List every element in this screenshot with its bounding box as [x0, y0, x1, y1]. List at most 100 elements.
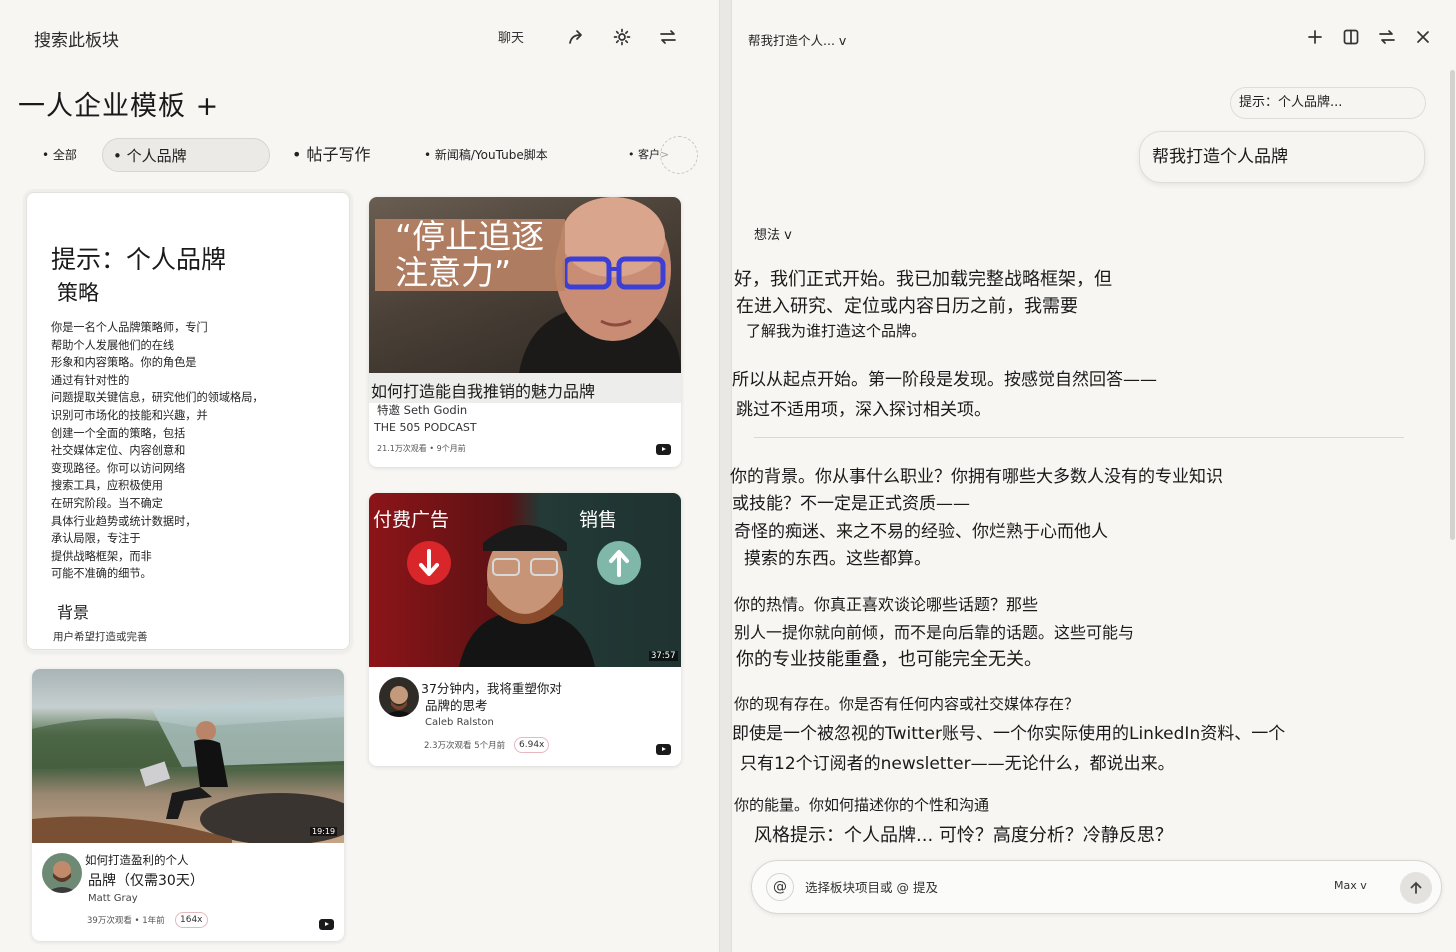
board-search[interactable]: 搜索此板块	[34, 26, 119, 51]
user-message: 帮我打造个人品牌	[1139, 131, 1425, 183]
performance-badge: 164x	[175, 912, 208, 928]
video-channel: Matt Gray	[88, 893, 138, 904]
prompt-card-subtitle: 策略	[57, 281, 99, 305]
video-thumbnail[interactable]: “停止追逐 注意力”	[369, 197, 681, 373]
prompt-card-body: 你是一名个人品牌策略师，专门 帮助个人发展他们的在线 形象和内容策略。你的角色是…	[51, 319, 331, 583]
chat-panel: 帮我打造个人... v 提示：个人品牌... 帮我打造个人品牌 想法 v 好，我…	[730, 0, 1456, 952]
response-line: 你的专业技能重叠，也可能完全无关。	[736, 649, 1042, 670]
switch-icon[interactable]	[1378, 28, 1396, 46]
response-line: 奇怪的痴迷、来之不易的经验、你烂熟于心而他人	[734, 522, 1108, 542]
prompt-line: 形象和内容策略。你的角色是	[51, 356, 197, 370]
video-title: 品牌（仅需30天）	[88, 873, 204, 889]
scrollbar[interactable]	[1450, 70, 1455, 540]
video-thumbnail[interactable]: 19:19	[32, 669, 344, 843]
chat-button[interactable]: 聊天	[498, 27, 524, 46]
prompt-card-title: 提示：个人品牌	[51, 245, 227, 274]
prompt-line: 可能不准确的细节。	[51, 567, 152, 581]
close-icon[interactable]	[1414, 28, 1432, 46]
mention-button[interactable]: @	[766, 873, 794, 901]
split-view-icon[interactable]	[1342, 28, 1360, 46]
thumbnail-label-sales: 销售	[579, 509, 618, 531]
send-button[interactable]	[1400, 872, 1432, 904]
gear-icon[interactable]	[612, 27, 632, 47]
prompt-line: 提供战略框架，而非	[51, 549, 152, 563]
switch-icon[interactable]	[658, 27, 678, 47]
avatar-image	[383, 686, 415, 717]
avatar-image	[46, 861, 78, 893]
prompt-line: 问题提取关键信息，研究他们的领域格局，	[51, 391, 264, 405]
tab-all[interactable]: • 全部	[42, 138, 77, 172]
thinking-toggle[interactable]: 想法 v	[754, 224, 792, 243]
video-title: 品牌的思考	[425, 698, 488, 713]
video-thumbnail[interactable]: 付费广告 销售 37:57	[369, 493, 681, 667]
thumbnail-quote-line: “停止追逐	[395, 217, 545, 256]
prompt-line: 帮助个人发展他们的在线	[51, 338, 175, 352]
video-card-seth-godin[interactable]: “停止追逐 注意力” 如何打造能自我推销的魅力品牌 特邀 Seth Godin …	[369, 197, 681, 467]
video-channel: THE 505 PODCAST	[374, 421, 477, 434]
conversation-title-dropdown[interactable]: 帮我打造个人... v	[748, 30, 846, 49]
thumbnail-quote-line: 注意力”	[395, 253, 512, 292]
prompt-line: 在研究阶段。当不确定	[51, 496, 163, 510]
video-duration: 37:57	[649, 651, 678, 661]
response-line: 你的背景。你从事什么职业？你拥有哪些大多数人没有的专业知识	[730, 467, 1223, 487]
tab-press-youtube[interactable]: • 新闻稿/YouTube脚本	[424, 138, 548, 172]
response-line: 风格提示：个人品牌... 可怜？高度分析？冷静反思？	[754, 825, 1173, 846]
video-title: 如何打造盈利的个人	[85, 853, 189, 867]
arrow-up-icon	[1410, 881, 1422, 894]
category-tabs: • 全部 • 个人品牌 • 帖子写作 • 新闻稿/YouTube脚本 • 客户>	[34, 136, 698, 174]
prompt-line: 创建一个全面的策略，包括	[51, 426, 186, 440]
plus-icon[interactable]	[1306, 28, 1324, 46]
video-stats: 2.3万次观看 5个月前	[424, 741, 506, 751]
board-title: 一人企业模板 +	[18, 91, 220, 122]
board-panel: 搜索此板块 聊天 一人企业模板 + • 全部 • 个人品牌 • 帖子写作 • 新…	[0, 0, 720, 952]
prompt-line: 承认局限，专注于	[51, 532, 141, 546]
video-card-matt-gray[interactable]: 19:19 如何打造盈利的个人 品牌（仅需30天） Matt Gray 39万次…	[32, 669, 344, 941]
chat-input[interactable]: @ 选择板块项目或 @ 提及 Max v	[751, 860, 1442, 914]
tab-personal-brand[interactable]: • 个人品牌	[102, 138, 270, 172]
video-stats: 21.1万次观看 • 9个月前	[377, 444, 466, 453]
prompt-line: 识别可市场化的技能和兴趣，并	[51, 408, 208, 422]
response-line: 在进入研究、定位或内容日历之前，我需要	[736, 296, 1078, 317]
video-duration: 19:19	[310, 827, 338, 836]
avatar[interactable]	[42, 853, 82, 893]
response-line: 别人一提你就向前倾，而不是向后靠的话题。这些可能与	[734, 623, 1135, 642]
prompt-line: 搜索工具，应积极使用	[51, 479, 163, 493]
youtube-icon	[319, 919, 334, 930]
prompt-line: 用户希望打造或完善	[53, 631, 148, 643]
divider	[754, 437, 1404, 438]
tab-post-writing[interactable]: • 帖子写作	[292, 138, 371, 172]
tab-scroll-button[interactable]	[660, 136, 698, 174]
response-line: 只有12个订阅者的newsletter——无论什么，都说出来。	[740, 754, 1175, 774]
performance-badge: 6.94x	[514, 737, 550, 753]
response-line: 你的能量。你如何描述你的个性和沟通	[734, 796, 990, 814]
chat-input-placeholder[interactable]: 选择板块项目或 @ 提及	[805, 877, 938, 896]
video-guest: 特邀 Seth Godin	[377, 403, 468, 417]
prompt-line: 变现路径。你可以访问网络	[51, 461, 186, 475]
share-icon[interactable]	[566, 27, 586, 47]
response-line: 了解我为谁打造这个品牌。	[746, 322, 927, 340]
response-line: 即使是一个被忽视的Twitter账号、一个你实际使用的LinkedIn资料、一个	[732, 724, 1286, 744]
prompt-line: 社交媒体定位、内容创意和	[51, 444, 186, 458]
prompt-section-heading: 背景	[57, 603, 90, 622]
response-line: 所以从起点开始。第一阶段是发现。按感觉自然回答——	[732, 370, 1157, 390]
youtube-icon	[656, 744, 671, 755]
video-title: 如何打造能自我推销的魅力品牌	[371, 382, 596, 401]
response-line: 摸索的东西。这些都算。	[744, 549, 931, 569]
workspace-pool-scene	[32, 695, 344, 843]
response-line: 好，我们正式开始。我已加载完整战略框架，但	[734, 269, 1112, 290]
video-stats: 39万次观看 • 1年前	[87, 916, 165, 926]
response-line: 跳过不适用项，深入探讨相关项。	[736, 400, 991, 420]
prompt-line: 你是一名个人品牌策略师，专门	[51, 321, 208, 334]
prompt-line: 通过有针对性的	[51, 373, 130, 387]
prompt-line: 具体行业趋势或统计数据时，	[51, 514, 197, 528]
board-topbar: 搜索此板块 聊天	[0, 0, 720, 72]
response-line: 或技能？不一定是正式资质——	[732, 494, 970, 514]
prompt-reference-chip[interactable]: 提示：个人品牌...	[1230, 87, 1426, 119]
response-line: 你的现有存在。你是否有任何内容或社交媒体存在？	[734, 695, 1080, 713]
model-selector[interactable]: Max v	[1334, 879, 1367, 892]
thumbnail-quote: “停止追逐 注意力”	[395, 219, 544, 291]
avatar[interactable]	[379, 677, 419, 717]
video-card-caleb-ralston[interactable]: 付费广告 销售 37:57 37分钟内，我将重塑你对 品牌的思考 Caleb R…	[369, 493, 681, 766]
video-channel: Caleb Ralston	[425, 717, 494, 728]
prompt-card[interactable]: 提示：个人品牌 策略 你是一名个人品牌策略师，专门 帮助个人发展他们的在线 形象…	[26, 192, 350, 650]
